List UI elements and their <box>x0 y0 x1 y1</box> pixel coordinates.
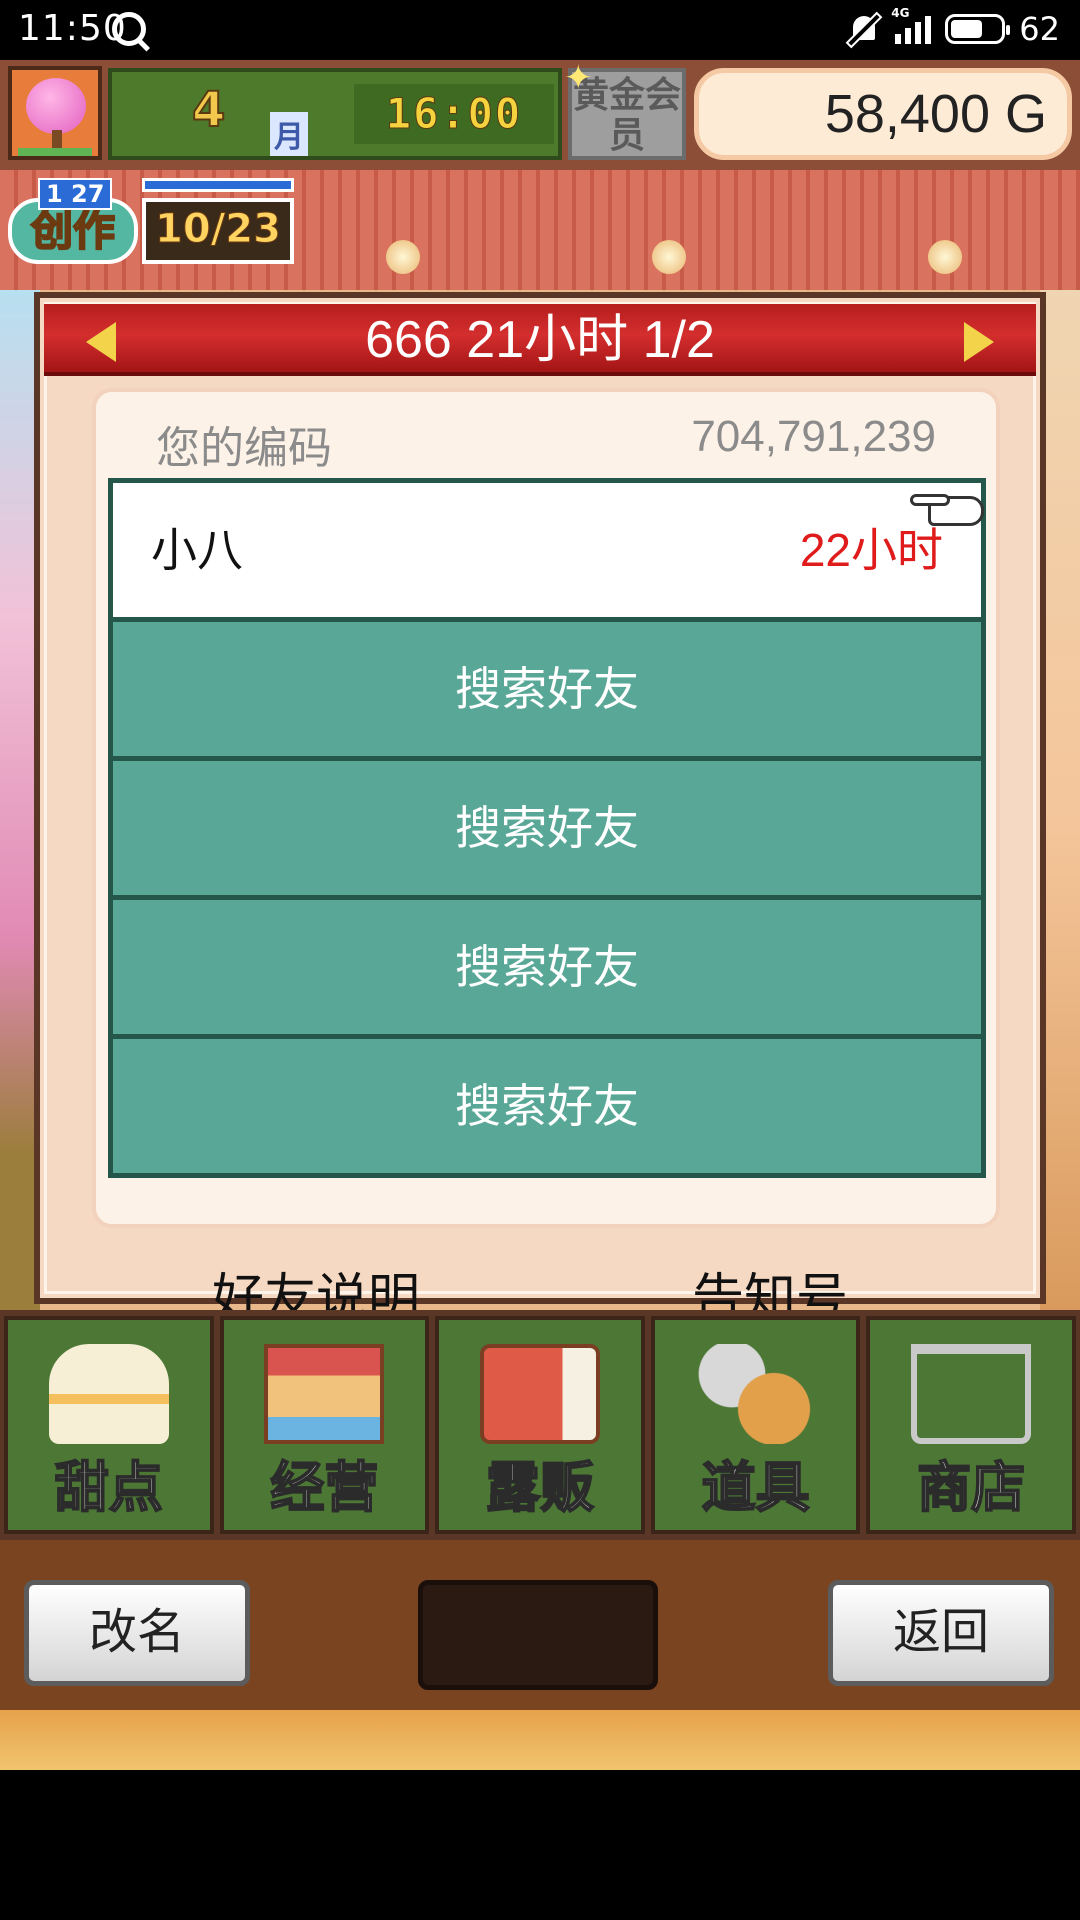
money-display: 58,400 G <box>694 68 1072 160</box>
nav-store[interactable]: 商店 <box>866 1316 1076 1534</box>
game-screen: 4 月 16:00 ✦ 黄金会员 58,400 G 创作 1 27 10/23 … <box>0 60 1080 1770</box>
gold-member-badge[interactable]: ✦ 黄金会员 <box>564 60 686 160</box>
nav-dessert[interactable]: 甜点 <box>4 1316 214 1534</box>
hand-finger <box>910 494 950 506</box>
nav-manage-label: 经营 <box>269 1455 379 1520</box>
lamp-icon <box>652 240 686 274</box>
nav-stall[interactable]: 露贩 <box>435 1316 645 1534</box>
shopping-cart-icon <box>911 1344 1032 1444</box>
search-friend-slot[interactable]: 搜索好友 <box>108 617 986 761</box>
q-icon <box>112 12 146 46</box>
gold-strip <box>0 1710 1080 1770</box>
friend-list: 小八 22小时 搜索好友 搜索好友 搜索好友 搜索好友 <box>108 478 986 1178</box>
create-progress[interactable]: 创作 1 27 10/23 <box>8 178 294 270</box>
cake-icon <box>48 1344 169 1444</box>
cherry-tree-icon <box>26 78 86 134</box>
battery-icon <box>945 14 1011 44</box>
search-friend-slot[interactable]: 搜索好友 <box>108 756 986 900</box>
empty-slot <box>418 1580 658 1690</box>
tree-trunk <box>52 130 62 148</box>
bottom-bar: 改名 返回 <box>0 1540 1080 1770</box>
sparkle-icon: ✦ <box>564 60 593 98</box>
battery-level: 62 <box>1019 10 1060 48</box>
network-label: 4G <box>891 6 910 20</box>
food-truck-icon <box>479 1344 600 1444</box>
nav-items[interactable]: 道具 <box>650 1316 861 1534</box>
next-page-arrow-icon[interactable] <box>964 322 994 362</box>
nav-items-label: 道具 <box>701 1455 811 1520</box>
status-time: 11:50 <box>18 8 127 49</box>
shop-building-icon <box>264 1344 385 1444</box>
bell-mute-icon <box>847 12 881 46</box>
search-friend-slot[interactable]: 搜索好友 <box>108 1034 986 1178</box>
friend-name: 小八 <box>151 524 243 576</box>
panel-links: 好友说明 告知号 <box>40 1256 1040 1328</box>
month-number: 4 <box>191 81 226 139</box>
month-label: 月 <box>270 112 308 156</box>
panel-title-bar: 666 21小时 1/2 <box>44 304 1036 376</box>
lamp-icon <box>928 240 962 274</box>
grass <box>18 148 92 156</box>
friends-card: 您的编码 704,791,239 小八 22小时 搜索好友 搜索好友 搜索好友 … <box>92 388 1000 1228</box>
create-day: 1 27 <box>38 178 113 210</box>
create-count: 10/23 <box>142 198 294 264</box>
pointer-hand-icon <box>910 490 996 530</box>
panel-title: 666 21小时 1/2 <box>365 311 715 369</box>
friend-row[interactable]: 小八 22小时 <box>108 478 986 622</box>
status-bar: 11:50 4G 62 <box>0 0 1080 60</box>
your-code-label: 您的编码 <box>156 424 332 473</box>
game-clock: 16:00 <box>354 84 554 144</box>
bottom-nav: 甜点 经营 露贩 道具 商店 <box>0 1310 1080 1540</box>
status-right: 4G 62 <box>847 6 1060 48</box>
item-bag-icon <box>695 1344 816 1444</box>
nav-dessert-label: 甜点 <box>54 1455 164 1520</box>
back-button[interactable]: 返回 <box>828 1580 1054 1686</box>
your-code-row: 您的编码 704,791,239 <box>96 408 996 473</box>
lamp-icon <box>386 240 420 274</box>
shop-avatar[interactable] <box>8 66 102 160</box>
prev-page-arrow-icon[interactable] <box>86 322 116 362</box>
search-friend-slot[interactable]: 搜索好友 <box>108 895 986 1039</box>
your-code-value: 704,791,239 <box>691 412 936 461</box>
top-hud: 4 月 16:00 ✦ 黄金会员 58,400 G <box>0 60 1080 170</box>
rename-button[interactable]: 改名 <box>24 1580 250 1686</box>
nav-stall-label: 露贩 <box>485 1455 595 1520</box>
signal-icon: 4G <box>891 6 932 44</box>
date-box: 4 月 16:00 <box>108 68 562 160</box>
nav-store-label: 商店 <box>916 1455 1026 1520</box>
nav-manage[interactable]: 经营 <box>219 1316 430 1534</box>
friends-panel: 666 21小时 1/2 您的编码 704,791,239 小八 22小时 搜索… <box>34 292 1046 1328</box>
create-bar <box>142 178 294 192</box>
right-scenery <box>1040 290 1080 1370</box>
